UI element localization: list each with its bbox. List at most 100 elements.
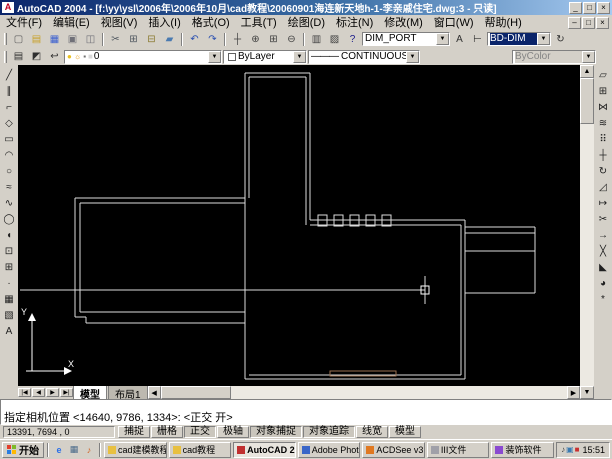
chamfer-icon[interactable]: ◣ xyxy=(595,259,611,275)
task-button[interactable]: cad建模教程 xyxy=(104,442,167,458)
erase-icon[interactable]: ▱ xyxy=(595,67,611,83)
zoom-previous-icon[interactable]: ⊖ xyxy=(283,32,300,47)
explode-icon[interactable]: * xyxy=(595,291,611,307)
copy-icon[interactable]: ⊞ xyxy=(125,32,142,47)
scroll-up-icon[interactable]: ▲ xyxy=(580,65,594,78)
menu-item-6[interactable]: 绘图(D) xyxy=(283,16,330,30)
zoom-realtime-icon[interactable]: ⊕ xyxy=(247,32,264,47)
save-icon[interactable]: ▦ xyxy=(46,32,63,47)
tab-nav-icon-1[interactable]: ◀ xyxy=(32,388,45,397)
pan-icon[interactable]: ┼ xyxy=(229,32,246,47)
child-restore-button[interactable]: □ xyxy=(582,17,595,29)
task-button[interactable]: 装饰软件 xyxy=(491,442,554,458)
sun-icon[interactable]: ☼ xyxy=(74,52,81,61)
trim-icon[interactable]: ✂ xyxy=(595,211,611,227)
command-line-1[interactable]: 指定相机位置 <14640, 9786, 1334>: <正交 开> xyxy=(4,412,608,424)
fillet-icon[interactable]: ◕ xyxy=(595,275,611,291)
chevron-down-icon[interactable]: ▼ xyxy=(537,33,550,45)
revcloud-icon[interactable]: ≈ xyxy=(1,179,17,195)
menu-item-1[interactable]: 编辑(E) xyxy=(48,16,95,30)
ellipse-arc-icon[interactable]: ◖ xyxy=(1,227,17,243)
undo-icon[interactable]: ↶ xyxy=(186,32,203,47)
copy-object-icon[interactable]: ⊞ xyxy=(595,83,611,99)
scroll-left-icon[interactable]: ◀ xyxy=(148,386,161,399)
volume-icon[interactable]: ♪ xyxy=(561,446,565,454)
polygon-icon[interactable]: ◇ xyxy=(1,115,17,131)
horizontal-scrollbar[interactable]: ◀ ▶ xyxy=(148,386,580,399)
layer-combo[interactable]: ●☼▪■ 0 ▼ xyxy=(64,50,222,64)
layer-color-swatch[interactable]: ■ xyxy=(88,52,93,61)
vertical-scroll-thumb[interactable] xyxy=(580,78,594,124)
properties-icon[interactable]: ▥ xyxy=(308,32,325,47)
polyline-icon[interactable]: ⌐ xyxy=(1,99,17,115)
status-toggle-栅格[interactable]: 栅格 xyxy=(151,426,183,438)
input-method-icon[interactable]: ■ xyxy=(575,446,580,454)
menu-item-5[interactable]: 工具(T) xyxy=(236,16,282,30)
scroll-down-icon[interactable]: ▼ xyxy=(580,386,594,399)
menu-item-0[interactable]: 文件(F) xyxy=(1,16,47,30)
designcenter-icon[interactable]: ▨ xyxy=(326,32,343,47)
maximize-button[interactable]: □ xyxy=(583,2,596,14)
make-object-layer-current-icon[interactable]: ◩ xyxy=(28,49,45,64)
color-combo[interactable]: ByLayer ▼ xyxy=(223,50,307,64)
command-line-0[interactable] xyxy=(4,400,608,412)
cut-icon[interactable]: ✂ xyxy=(107,32,124,47)
plot-icon[interactable]: ▣ xyxy=(64,32,81,47)
menu-item-3[interactable]: 插入(I) xyxy=(143,16,185,30)
hatch-icon[interactable]: ▦ xyxy=(1,291,17,307)
construction-line-icon[interactable]: ∥ xyxy=(1,83,17,99)
insert-block-icon[interactable]: ⊡ xyxy=(1,243,17,259)
mtext-icon[interactable]: A xyxy=(1,323,17,339)
toolbar-grip[interactable] xyxy=(4,51,7,63)
layer-previous-icon[interactable]: ↩ xyxy=(46,49,63,64)
line-icon[interactable]: ╱ xyxy=(1,67,17,83)
vertical-scrollbar[interactable]: ▲ ▼ xyxy=(580,65,594,399)
offset-icon[interactable]: ≋ xyxy=(595,115,611,131)
lock-icon[interactable]: ▪ xyxy=(83,52,86,61)
chevron-down-icon[interactable]: ▼ xyxy=(436,33,449,45)
spline-icon[interactable]: ∿ xyxy=(1,195,17,211)
paste-icon[interactable]: ⊟ xyxy=(143,32,160,47)
new-icon[interactable]: ▢ xyxy=(10,32,27,47)
task-button[interactable]: ACDSee v3.1... xyxy=(362,442,425,458)
layer-properties-icon[interactable]: ▤ xyxy=(10,49,27,64)
command-window[interactable]: 指定相机位置 <14640, 9786, 1334>: <正交 开> xyxy=(0,399,612,425)
text-style-icon[interactable]: A xyxy=(451,32,468,47)
move-icon[interactable]: ┼ xyxy=(595,147,611,163)
arc-icon[interactable]: ◠ xyxy=(1,147,17,163)
rectangle-icon[interactable]: ▭ xyxy=(1,131,17,147)
start-button[interactable]: 开始 xyxy=(2,442,44,458)
zoom-window-icon[interactable]: ⊞ xyxy=(265,32,282,47)
point-icon[interactable]: · xyxy=(1,275,17,291)
bulb-icon[interactable]: ● xyxy=(67,52,72,61)
vertical-scroll-track[interactable] xyxy=(580,124,594,386)
status-toggle-线宽[interactable]: 线宽 xyxy=(356,426,388,438)
circle-icon[interactable]: ○ xyxy=(1,163,17,179)
status-toggle-对象追踪[interactable]: 对象追踪 xyxy=(303,426,355,438)
horizontal-scroll-track[interactable] xyxy=(231,386,567,399)
redo-icon[interactable]: ↷ xyxy=(204,32,221,47)
show-desktop-icon[interactable]: ▦ xyxy=(67,443,81,457)
drawing-area[interactable]: YX xyxy=(18,65,580,386)
task-button[interactable]: Adobe Photo... xyxy=(298,442,361,458)
close-button[interactable]: × xyxy=(597,2,610,14)
plot-preview-icon[interactable]: ◫ xyxy=(82,32,99,47)
horizontal-scroll-thumb[interactable] xyxy=(161,386,231,399)
child-minimize-button[interactable]: – xyxy=(568,17,581,29)
status-toggle-对象捕捉[interactable]: 对象捕捉 xyxy=(250,426,302,438)
region-icon[interactable]: ▧ xyxy=(1,307,17,323)
ie-icon[interactable]: e xyxy=(52,443,66,457)
open-icon[interactable]: ▤ xyxy=(28,32,45,47)
status-toggle-正交[interactable]: 正交 xyxy=(184,426,216,438)
menu-item-9[interactable]: 窗口(W) xyxy=(429,16,479,30)
status-toggle-模型[interactable]: 模型 xyxy=(389,426,421,438)
task-button[interactable]: AutoCAD 200... xyxy=(233,442,296,458)
scale-icon[interactable]: ◿ xyxy=(595,179,611,195)
task-button[interactable]: cad教程 xyxy=(169,442,232,458)
text-style-combo[interactable]: BD-DIM ▼ xyxy=(487,32,551,46)
rotate-icon[interactable]: ↻ xyxy=(595,163,611,179)
menu-item-7[interactable]: 标注(N) xyxy=(331,16,378,30)
chevron-down-icon[interactable]: ▼ xyxy=(208,51,221,63)
mirror-icon[interactable]: ⋈ xyxy=(595,99,611,115)
extend-icon[interactable]: → xyxy=(595,227,611,243)
